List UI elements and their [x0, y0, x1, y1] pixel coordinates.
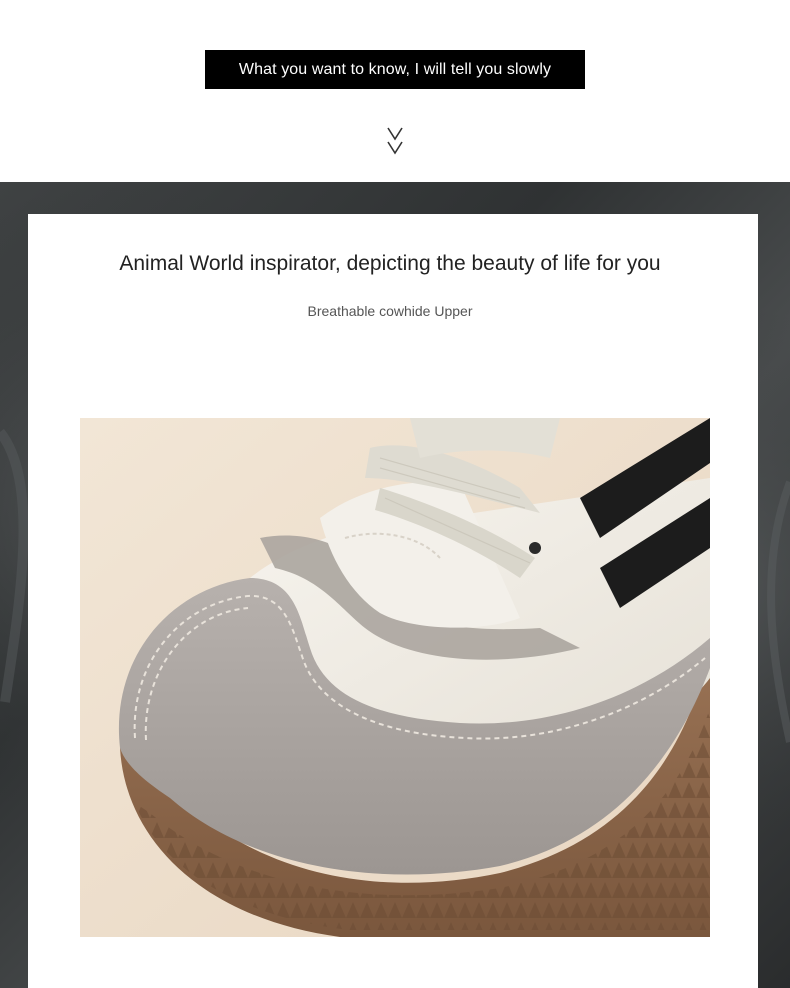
content-card: Animal World inspirator, depicting the b…: [28, 214, 758, 988]
intro-banner: What you want to know, I will tell you s…: [205, 50, 585, 89]
intro-banner-text: What you want to know, I will tell you s…: [238, 60, 552, 78]
sneaker-toe-photo: [80, 418, 710, 937]
dark-background-frame: Animal World inspirator, depicting the b…: [0, 182, 790, 988]
section-subline: Breathable cowhide Upper: [307, 303, 473, 319]
product-detail-page: What you want to know, I will tell you s…: [0, 0, 790, 988]
section-headline: Animal World inspirator, depicting the b…: [119, 252, 661, 275]
double-chevron-down-icon: [384, 124, 406, 158]
